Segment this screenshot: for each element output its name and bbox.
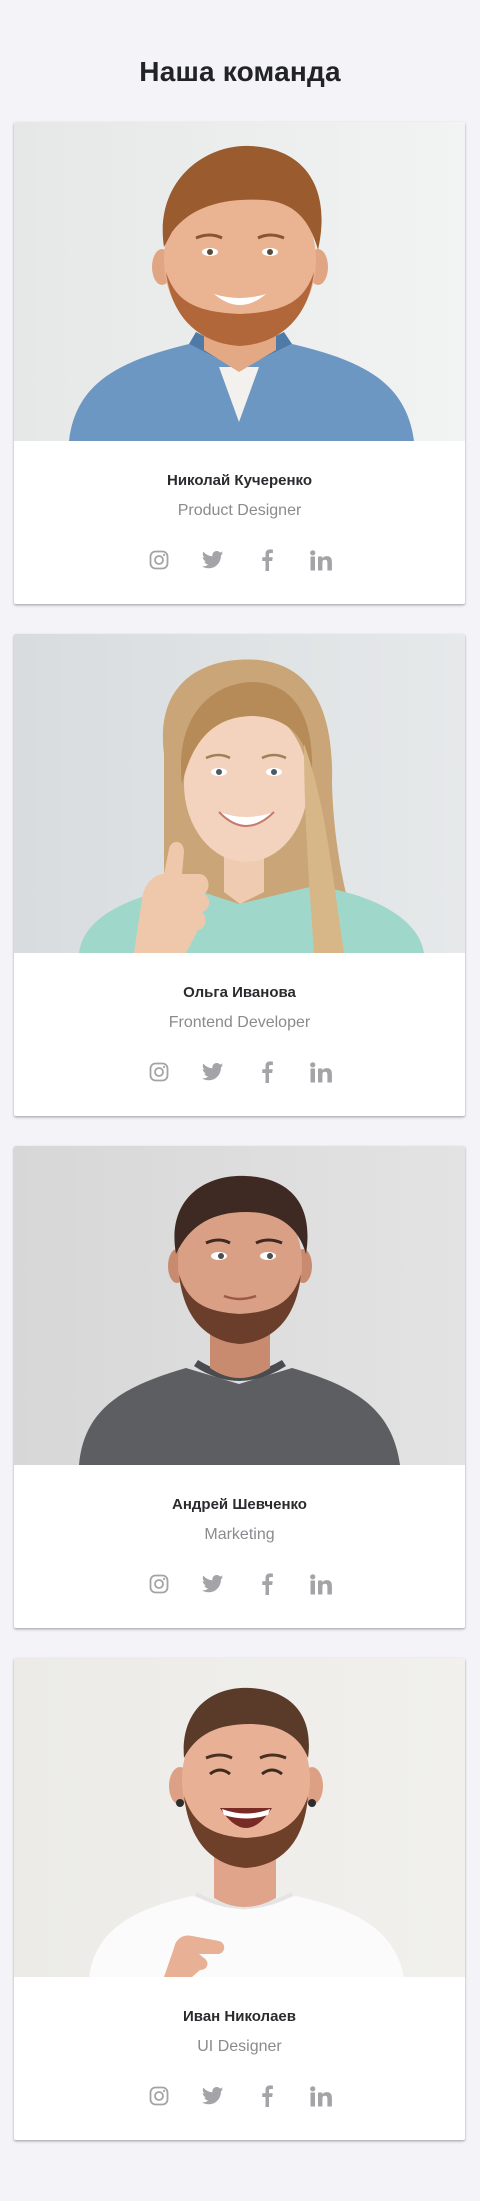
social-links (14, 2081, 465, 2111)
instagram-link[interactable] (144, 1057, 174, 1087)
team-member-card: Николай Кучеренко Product Designer (14, 122, 465, 604)
linkedin-link[interactable] (306, 2081, 336, 2111)
twitter-icon (202, 1063, 224, 1081)
twitter-link[interactable] (198, 1057, 228, 1087)
linkedin-icon (310, 549, 332, 570)
facebook-icon (262, 1573, 273, 1595)
facebook-icon (262, 549, 273, 571)
member-role: Marketing (204, 1526, 275, 1543)
member-photo (14, 1146, 465, 1465)
twitter-icon (202, 551, 224, 569)
facebook-icon (262, 1061, 273, 1083)
linkedin-icon (310, 2085, 332, 2106)
twitter-link[interactable] (198, 545, 228, 575)
member-name: Ольга Иванова (183, 984, 296, 1001)
social-links (14, 1569, 465, 1599)
facebook-link[interactable] (252, 2081, 282, 2111)
team-member-card: Андрей Шевченко Marketing (14, 1146, 465, 1628)
twitter-icon (202, 1575, 224, 1593)
linkedin-icon (310, 1061, 332, 1082)
facebook-link[interactable] (252, 1057, 282, 1087)
member-role: UI Designer (197, 2038, 282, 2055)
instagram-link[interactable] (144, 1569, 174, 1599)
linkedin-link[interactable] (306, 1057, 336, 1087)
linkedin-link[interactable] (306, 1569, 336, 1599)
twitter-link[interactable] (198, 2081, 228, 2111)
instagram-icon (149, 1574, 169, 1594)
member-name: Николай Кучеренко (167, 472, 312, 489)
facebook-icon (262, 2085, 273, 2107)
linkedin-link[interactable] (306, 545, 336, 575)
member-role: Frontend Developer (168, 1014, 311, 1031)
team-member-card: Иван Николаев UI Designer (14, 1658, 465, 2140)
facebook-link[interactable] (252, 1569, 282, 1599)
instagram-icon (149, 550, 169, 570)
twitter-link[interactable] (198, 1569, 228, 1599)
member-photo (14, 1658, 465, 1977)
member-name: Андрей Шевченко (172, 1496, 307, 1513)
social-links (14, 545, 465, 575)
team-member-card: Ольга Иванова Frontend Developer (14, 634, 465, 1116)
member-role: Product Designer (177, 502, 302, 519)
instagram-icon (149, 1062, 169, 1082)
instagram-link[interactable] (144, 545, 174, 575)
page-title: Наша команда (139, 56, 341, 87)
social-links (14, 1057, 465, 1087)
instagram-icon (149, 2086, 169, 2106)
facebook-link[interactable] (252, 545, 282, 575)
linkedin-icon (310, 1573, 332, 1594)
member-photo (14, 634, 465, 953)
member-photo (14, 122, 465, 441)
instagram-link[interactable] (144, 2081, 174, 2111)
member-name: Иван Николаев (183, 2008, 296, 2025)
twitter-icon (202, 2087, 224, 2105)
